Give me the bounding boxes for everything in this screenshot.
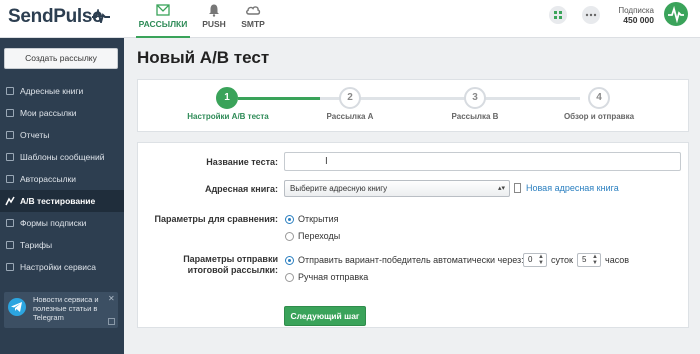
template-icon — [6, 153, 14, 161]
sidebar-item-label: Адресные книги — [20, 86, 84, 96]
sidebar-item-ab-testing[interactable]: A/B тестирование — [0, 190, 124, 212]
bell-icon — [209, 4, 219, 17]
cloud-icon — [246, 6, 261, 15]
apps-icon — [554, 11, 562, 19]
sidebar-item-label: Отчеты — [20, 130, 50, 140]
sidebar-item-templates[interactable]: Шаблоны сообщений — [0, 146, 124, 168]
sidebar-item-label: Мои рассылки — [20, 108, 77, 118]
book-icon — [6, 87, 14, 95]
compare-clicks-radio[interactable] — [285, 232, 294, 241]
hours-value: 5 — [582, 255, 587, 264]
mail-icon — [6, 109, 14, 117]
step-4-circle[interactable]: 4 — [588, 87, 610, 109]
days-label: суток — [551, 255, 573, 265]
ab-icon — [5, 196, 15, 206]
avatar[interactable] — [664, 2, 688, 26]
tab-smtp-label: SMTP — [241, 19, 265, 29]
next-step-button[interactable]: Следующий шаг — [284, 306, 366, 326]
expand-icon[interactable] — [108, 318, 115, 325]
sidebar-item-label: Настройки сервиса — [20, 262, 96, 272]
step-1-circle[interactable]: 1 — [216, 87, 238, 109]
close-icon[interactable]: ✕ — [108, 294, 115, 303]
compare-opens-radio[interactable] — [285, 215, 294, 224]
tab-mailings-label: РАССЫЛКИ — [138, 19, 188, 29]
sidebar-item-settings[interactable]: Настройки сервиса — [0, 256, 124, 278]
select-arrows-icon: ▴▾ — [497, 185, 505, 192]
sidebar-item-automailings[interactable]: Авторассылки — [0, 168, 124, 190]
top-bar: SendPulse РАССЫЛКИ PUSH SMTP Подписка 45… — [0, 0, 700, 38]
sidebar-item-label: A/B тестирование — [20, 196, 96, 206]
stepper-arrows-icon: ▲ ▼ — [538, 254, 544, 266]
address-book-selected: Выберите адресную книгу — [290, 184, 388, 193]
hours-label: часов — [605, 255, 630, 265]
sidebar-item-reports[interactable]: Отчеты — [0, 124, 124, 146]
mail-icon — [156, 4, 170, 16]
compare-clicks-label: Переходы — [298, 231, 341, 241]
tab-push[interactable]: PUSH — [200, 0, 228, 38]
subscription-value: 450 000 — [623, 15, 654, 25]
days-stepper[interactable]: 0 ▲ ▼ — [523, 253, 547, 267]
sidebar-item-label: Формы подписки — [20, 218, 87, 228]
step-3-circle[interactable]: 3 — [464, 87, 486, 109]
send-params-label-line1: Параметры отправки — [183, 254, 278, 264]
step-3-label: Рассылка B — [451, 112, 499, 121]
text-cursor-icon: I — [325, 156, 328, 167]
compare-opens-label: Открытия — [298, 214, 339, 224]
page-title: Новый A/B тест — [137, 48, 270, 67]
ab-test-form: Название теста: I Адресная книга: Выбери… — [137, 142, 689, 328]
new-address-book-link[interactable]: Новая адресная книга — [526, 183, 619, 193]
sidebar-item-label: Тарифы — [20, 240, 53, 250]
pulse-logo-icon — [668, 5, 684, 23]
sidebar: Создать рассылку Адресные книги Мои расс… — [0, 38, 124, 354]
tariff-icon — [6, 241, 14, 249]
sidebar-item-label: Авторассылки — [20, 174, 77, 184]
check-icon — [6, 131, 14, 139]
stepper-arrows-icon: ▲ ▼ — [592, 254, 598, 266]
send-params-label-line2: итоговой рассылки: — [187, 265, 278, 275]
tab-smtp[interactable]: SMTP — [236, 0, 270, 38]
step-1-label: Настройки A/B теста — [187, 112, 269, 121]
sidebar-item-address-books[interactable]: Адресные книги — [0, 80, 124, 102]
address-book-select[interactable]: Выберите адресную книгу ▴▾ — [284, 180, 510, 197]
telegram-banner[interactable]: Новости сервиса и полезные статьи в Tele… — [4, 292, 118, 328]
compare-params-label: Параметры для сравнения: — [154, 214, 279, 224]
telegram-icon — [8, 298, 26, 316]
logo-text: SendPulse — [8, 6, 103, 27]
form-icon — [6, 219, 14, 227]
hours-stepper[interactable]: 5 ▲ ▼ — [577, 253, 601, 267]
pulse-icon — [92, 9, 110, 23]
address-book-icon — [514, 183, 521, 193]
sendpulse-logo[interactable]: SendPulse — [8, 6, 110, 28]
sidebar-item-label: Шаблоны сообщений — [20, 152, 105, 162]
days-value: 0 — [528, 255, 533, 264]
auto-icon — [6, 175, 14, 183]
apps-button[interactable] — [549, 6, 567, 24]
sidebar-item-tariffs[interactable]: Тарифы — [0, 234, 124, 256]
step-2-circle[interactable]: 2 — [339, 87, 361, 109]
sidebar-item-my-mailings[interactable]: Мои рассылки — [0, 102, 124, 124]
auto-send-label: Отправить вариант-победитель автоматичес… — [298, 255, 524, 265]
manual-send-label: Ручная отправка — [298, 272, 369, 282]
more-icon — [585, 13, 597, 17]
tab-push-label: PUSH — [202, 19, 226, 29]
sidebar-item-subscription-forms[interactable]: Формы подписки — [0, 212, 124, 234]
step-4-label: Обзор и отправка — [563, 112, 635, 121]
manual-send-radio[interactable] — [285, 273, 294, 282]
address-book-label: Адресная книга: — [204, 184, 278, 194]
telegram-text: Новости сервиса и полезные статьи в Tele… — [33, 295, 99, 322]
test-name-label: Название теста: — [206, 157, 278, 167]
subscription-label: Подписка — [618, 6, 654, 15]
more-button[interactable] — [582, 6, 600, 24]
stepper: 1 2 3 4 Настройки A/B теста Рассылка A Р… — [137, 79, 689, 132]
test-name-input[interactable]: I — [284, 152, 681, 171]
settings-icon — [6, 263, 14, 271]
step-progress-line — [238, 97, 320, 100]
step-2-label: Рассылка A — [326, 112, 374, 121]
create-mailing-button[interactable]: Создать рассылку — [4, 48, 118, 69]
auto-send-radio[interactable] — [285, 256, 294, 265]
tab-mailings[interactable]: РАССЫЛКИ — [136, 0, 190, 38]
